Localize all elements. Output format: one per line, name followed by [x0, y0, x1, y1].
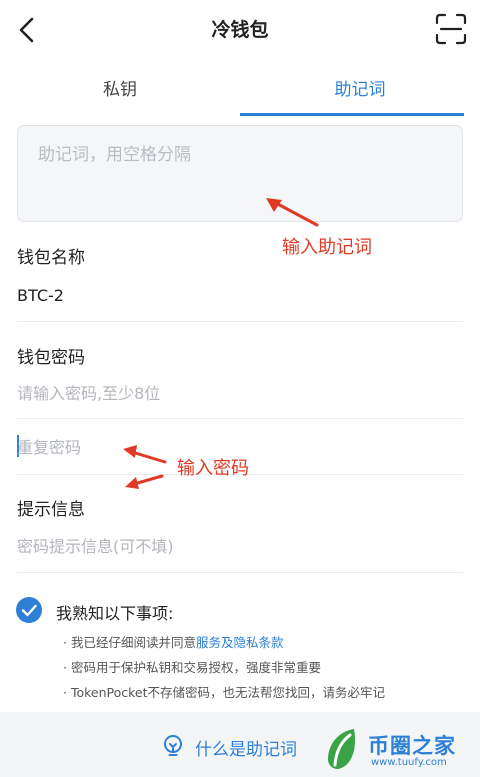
annotation-arrows-icon [123, 445, 167, 489]
mnemonic-input[interactable] [18, 126, 462, 221]
annotation-arrow-icon [266, 198, 319, 227]
divider [17, 418, 463, 419]
help-button[interactable] [160, 733, 186, 759]
annotation-mnemonic: 输入助记词 [282, 237, 372, 258]
agree-checkbox[interactable] [16, 597, 42, 623]
mnemonic-box [17, 125, 463, 222]
watermark-url: www.tuufy.com [371, 757, 447, 768]
terms-link[interactable]: 服务及隐私条款 [196, 635, 284, 650]
divider [17, 321, 463, 322]
checkmark-icon [21, 604, 37, 617]
bulb-icon [164, 735, 182, 756]
annotation-password: 输入密码 [177, 458, 249, 479]
wallet-name-field[interactable]: BTC-2 [17, 286, 64, 305]
password-input[interactable] [17, 376, 463, 410]
header: 冷钱包 [0, 0, 480, 60]
notice-item: · 我已经仔细阅读并同意服务及隐私条款 [63, 632, 283, 651]
wallet-password-label: 钱包密码 [17, 348, 85, 368]
scan-icon [435, 13, 467, 45]
watermark-name: 币圈之家 [368, 734, 456, 758]
tab-private-key[interactable]: 私钥 [0, 68, 240, 116]
active-tab-indicator [240, 113, 464, 116]
tab-mnemonic[interactable]: 助记词 [240, 68, 480, 116]
divider [17, 572, 463, 573]
notice-title: 我熟知以下事项: [56, 604, 174, 623]
notice-item-text: · 我已经仔细阅读并同意 [63, 635, 196, 650]
hint-info-label: 提示信息 [17, 500, 85, 520]
wallet-name-label: 钱包名称 [17, 248, 85, 268]
notice-item: · 密码用于保护私钥和交易授权，强度非常重要 [63, 660, 321, 675]
hint-info-input[interactable] [17, 529, 463, 563]
notice-item: · TokenPocket不存储密码，也无法帮您找回，请务必牢记 [63, 685, 386, 700]
scan-button[interactable] [434, 12, 468, 46]
page-title: 冷钱包 [211, 19, 269, 41]
help-link[interactable]: 什么是助记词 [195, 735, 297, 760]
watermark-logo-icon [328, 729, 356, 769]
tab-bar: 私钥 助记词 [0, 68, 480, 118]
